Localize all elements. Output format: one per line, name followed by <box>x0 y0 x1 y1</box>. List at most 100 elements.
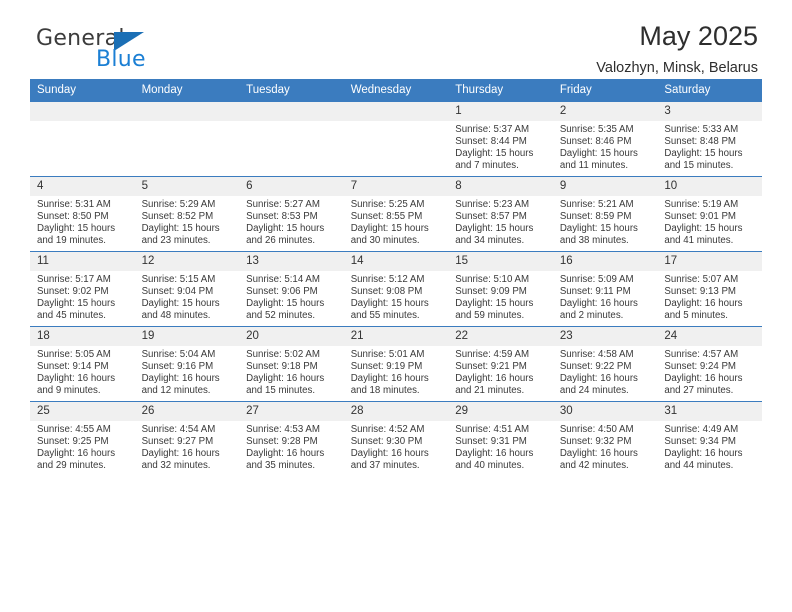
daylight-text: Daylight: 16 hours and 5 minutes. <box>664 298 743 322</box>
day-number: 30 <box>552 402 658 421</box>
day-number: 2 <box>552 102 658 121</box>
sunrise-text: Sunrise: 5:07 AM <box>664 274 739 285</box>
day-number <box>134 102 240 121</box>
calendar-body: 1 Sunrise: 5:37 AM Sunset: 8:44 PM Daylight… <box>30 101 762 476</box>
sunset-text: Sunset: 9:01 PM <box>664 211 736 223</box>
day-number: 27 <box>239 402 344 421</box>
calendar-day-cell-empty <box>134 101 240 177</box>
day-number <box>30 102 135 121</box>
sunset-text: Sunset: 8:44 PM <box>455 136 527 148</box>
day-details: Sunrise: 4:49 AM Sunset: 9:34 PM Daylight:… <box>657 421 762 472</box>
sunrise-text: Sunrise: 4:52 AM <box>350 424 425 435</box>
general-blue-logo[interactable]: General Blue <box>36 26 236 76</box>
day-details: Sunrise: 5:33 AM Sunset: 8:48 PM Daylight:… <box>657 121 762 172</box>
day-details: Sunrise: 4:59 AM Sunset: 9:21 PM Daylight:… <box>448 346 553 397</box>
day-number: 25 <box>30 402 135 421</box>
calendar-day-cell-empty <box>30 101 135 177</box>
daylight-text: Daylight: 15 hours and 30 minutes. <box>350 223 429 247</box>
calendar-day-cell[interactable]: 15 Sunrise: 5:10 AM Sunset: 9:09 PM Dayligh… <box>448 251 553 327</box>
calendar-day-cell[interactable]: 9 Sunrise: 5:21 AM Sunset: 8:59 PM Daylight… <box>552 176 658 252</box>
daylight-text: Daylight: 15 hours and 55 minutes. <box>350 298 429 322</box>
daylight-text: Daylight: 15 hours and 34 minutes. <box>455 223 534 247</box>
sunrise-text: Sunrise: 5:17 AM <box>37 274 111 285</box>
weekday-header-wednesday: Wednesday <box>343 79 449 102</box>
calendar-day-cell[interactable]: 3 Sunrise: 5:33 AM Sunset: 8:48 PM Daylight… <box>657 101 762 177</box>
sunrise-text: Sunrise: 4:55 AM <box>37 424 111 435</box>
daylight-text: Daylight: 15 hours and 48 minutes. <box>141 298 220 322</box>
calendar-day-cell[interactable]: 26 Sunrise: 4:54 AM Sunset: 9:27 PM Dayligh… <box>134 401 240 476</box>
calendar-day-cell[interactable]: 30 Sunrise: 4:50 AM Sunset: 9:32 PM Dayligh… <box>552 401 658 476</box>
day-details: Sunrise: 5:27 AM Sunset: 8:53 PM Daylight:… <box>239 196 344 247</box>
calendar-day-cell[interactable]: 1 Sunrise: 5:37 AM Sunset: 8:44 PM Daylight… <box>448 101 553 177</box>
sunrise-text: Sunrise: 5:14 AM <box>246 274 320 285</box>
calendar-day-cell[interactable]: 20 Sunrise: 5:02 AM Sunset: 9:18 PM Dayligh… <box>239 326 344 402</box>
brand-word-blue: Blue <box>96 47 146 72</box>
day-details: Sunrise: 4:51 AM Sunset: 9:31 PM Daylight:… <box>448 421 553 472</box>
calendar-day-cell[interactable]: 12 Sunrise: 5:15 AM Sunset: 9:04 PM Dayligh… <box>134 251 240 327</box>
day-details: Sunrise: 5:01 AM Sunset: 9:19 PM Daylight:… <box>344 346 449 397</box>
sunrise-text: Sunrise: 5:31 AM <box>37 199 111 210</box>
calendar-day-cell[interactable]: 29 Sunrise: 4:51 AM Sunset: 9:31 PM Dayligh… <box>448 401 553 476</box>
sunrise-text: Sunrise: 5:12 AM <box>350 274 425 285</box>
sunrise-text: Sunrise: 5:27 AM <box>246 199 320 210</box>
sunset-text: Sunset: 8:48 PM <box>664 136 736 148</box>
calendar-day-cell[interactable]: 11 Sunrise: 5:17 AM Sunset: 9:02 PM Dayligh… <box>30 251 135 327</box>
calendar-day-cell[interactable]: 27 Sunrise: 4:53 AM Sunset: 9:28 PM Dayligh… <box>239 401 344 476</box>
day-number: 23 <box>552 327 658 346</box>
calendar-header-row: Sunday Monday Tuesday Wednesday Thursday… <box>30 79 762 102</box>
day-number: 20 <box>239 327 344 346</box>
sunset-text: Sunset: 8:57 PM <box>455 211 527 223</box>
daylight-text: Daylight: 16 hours and 44 minutes. <box>664 448 743 472</box>
calendar-week-row: 1 Sunrise: 5:37 AM Sunset: 8:44 PM Daylight… <box>30 101 762 177</box>
daylight-text: Daylight: 16 hours and 2 minutes. <box>559 298 638 322</box>
calendar-day-cell[interactable]: 4 Sunrise: 5:31 AM Sunset: 8:50 PM Daylight… <box>30 176 135 252</box>
daylight-text: Daylight: 16 hours and 21 minutes. <box>455 373 534 397</box>
calendar-week-row: 18 Sunrise: 5:05 AM Sunset: 9:14 PM Dayligh… <box>30 326 762 402</box>
day-number: 1 <box>448 102 553 121</box>
daylight-text: Daylight: 15 hours and 45 minutes. <box>37 298 116 322</box>
day-details: Sunrise: 5:09 AM Sunset: 9:11 PM Daylight:… <box>553 271 658 322</box>
sunset-text: Sunset: 9:32 PM <box>559 436 632 448</box>
day-details: Sunrise: 5:19 AM Sunset: 9:01 PM Daylight:… <box>657 196 762 247</box>
sunrise-text: Sunrise: 4:54 AM <box>141 424 216 435</box>
day-details: Sunrise: 5:14 AM Sunset: 9:06 PM Daylight:… <box>239 271 344 322</box>
day-number: 26 <box>134 402 240 421</box>
daylight-text: Daylight: 16 hours and 40 minutes. <box>455 448 534 472</box>
calendar-day-cell[interactable]: 10 Sunrise: 5:19 AM Sunset: 9:01 PM Dayligh… <box>657 176 762 252</box>
day-number: 19 <box>134 327 240 346</box>
daylight-text: Daylight: 15 hours and 26 minutes. <box>246 223 325 247</box>
calendar-day-cell[interactable]: 18 Sunrise: 5:05 AM Sunset: 9:14 PM Dayligh… <box>30 326 135 402</box>
sunset-text: Sunset: 9:25 PM <box>37 436 109 448</box>
calendar-day-cell[interactable]: 31 Sunrise: 4:49 AM Sunset: 9:34 PM Dayligh… <box>657 401 762 476</box>
calendar-day-cell[interactable]: 2 Sunrise: 5:35 AM Sunset: 8:46 PM Daylight… <box>552 101 658 177</box>
calendar-day-cell[interactable]: 8 Sunrise: 5:23 AM Sunset: 8:57 PM Daylight… <box>448 176 553 252</box>
calendar-page: General Blue May 2025 Valozhyn, Minsk, B… <box>0 0 792 612</box>
daylight-text: Daylight: 15 hours and 11 minutes. <box>559 148 638 172</box>
sunrise-text: Sunrise: 5:25 AM <box>350 199 425 210</box>
sunset-text: Sunset: 9:09 PM <box>455 286 527 298</box>
calendar-day-cell[interactable]: 19 Sunrise: 5:04 AM Sunset: 9:16 PM Dayligh… <box>134 326 240 402</box>
sunset-text: Sunset: 9:30 PM <box>350 436 423 448</box>
calendar-day-cell[interactable]: 6 Sunrise: 5:27 AM Sunset: 8:53 PM Daylight… <box>239 176 344 252</box>
calendar-day-cell[interactable]: 25 Sunrise: 4:55 AM Sunset: 9:25 PM Dayligh… <box>30 401 135 476</box>
calendar-day-cell[interactable]: 17 Sunrise: 5:07 AM Sunset: 9:13 PM Dayligh… <box>657 251 762 327</box>
day-details: Sunrise: 5:10 AM Sunset: 9:09 PM Daylight:… <box>448 271 553 322</box>
sunrise-text: Sunrise: 5:19 AM <box>664 199 739 210</box>
sunset-text: Sunset: 9:31 PM <box>455 436 527 448</box>
calendar-day-cell[interactable]: 28 Sunrise: 4:52 AM Sunset: 9:30 PM Dayligh… <box>343 401 449 476</box>
daylight-text: Daylight: 16 hours and 37 minutes. <box>350 448 429 472</box>
calendar-day-cell[interactable]: 7 Sunrise: 5:25 AM Sunset: 8:55 PM Daylight… <box>343 176 449 252</box>
calendar-day-cell[interactable]: 24 Sunrise: 4:57 AM Sunset: 9:24 PM Dayligh… <box>657 326 762 402</box>
calendar-day-cell[interactable]: 21 Sunrise: 5:01 AM Sunset: 9:19 PM Dayligh… <box>343 326 449 402</box>
sunset-text: Sunset: 9:27 PM <box>141 436 214 448</box>
calendar-day-cell[interactable]: 5 Sunrise: 5:29 AM Sunset: 8:52 PM Daylight… <box>134 176 240 252</box>
day-number <box>239 102 344 121</box>
calendar-day-cell[interactable]: 16 Sunrise: 5:09 AM Sunset: 9:11 PM Dayligh… <box>552 251 658 327</box>
sunrise-text: Sunrise: 5:10 AM <box>455 274 530 285</box>
calendar-day-cell[interactable]: 13 Sunrise: 5:14 AM Sunset: 9:06 PM Dayligh… <box>239 251 344 327</box>
sunrise-text: Sunrise: 4:49 AM <box>664 424 739 435</box>
sunrise-text: Sunrise: 4:59 AM <box>455 349 530 360</box>
calendar-day-cell[interactable]: 22 Sunrise: 4:59 AM Sunset: 9:21 PM Dayligh… <box>448 326 553 402</box>
calendar-day-cell[interactable]: 23 Sunrise: 4:58 AM Sunset: 9:22 PM Dayligh… <box>552 326 658 402</box>
calendar-day-cell[interactable]: 14 Sunrise: 5:12 AM Sunset: 9:08 PM Dayligh… <box>343 251 449 327</box>
